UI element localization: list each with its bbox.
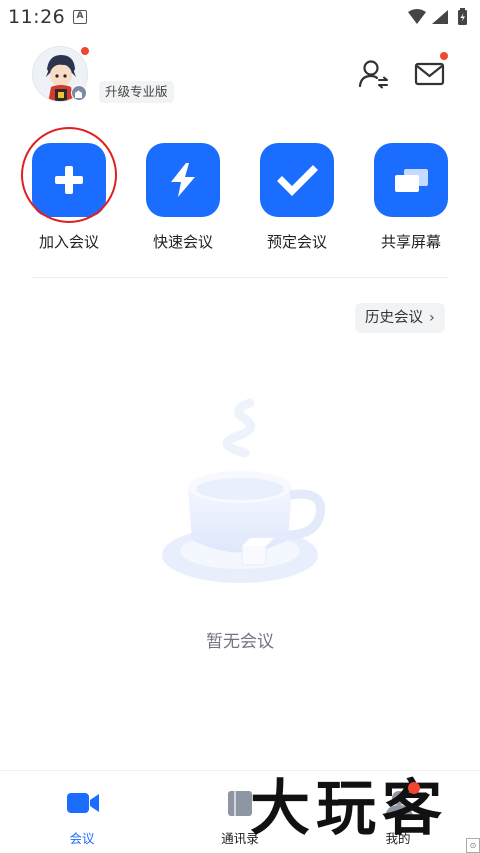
quick-meeting-button[interactable]: 快速会议 — [133, 143, 233, 252]
history-meetings-button[interactable]: 历史会议 › — [355, 303, 445, 333]
share-screen-button[interactable]: 共享屏幕 — [361, 143, 461, 252]
status-icons — [408, 8, 467, 25]
ad-corner-icon: ⊙ — [466, 838, 480, 853]
avatar-notification-dot — [80, 46, 90, 56]
mail-icon[interactable] — [414, 60, 446, 88]
lightning-icon — [171, 163, 195, 197]
empty-state-text: 暂无会议 — [206, 632, 274, 652]
mail-notification-dot — [439, 51, 449, 61]
quick-meeting-label: 快速会议 — [152, 233, 213, 251]
status-time: 11:26 — [8, 6, 66, 28]
avatar[interactable] — [32, 46, 90, 102]
checkmark-icon — [277, 165, 318, 196]
contacts-switch-icon[interactable] — [358, 58, 390, 90]
battery-icon — [458, 8, 467, 25]
coffee-cup-illustration — [162, 398, 326, 583]
schedule-meeting-tile — [260, 143, 334, 217]
divider — [32, 277, 448, 278]
schedule-meeting-button[interactable]: 预定会议 — [247, 143, 347, 252]
chevron-right-icon: › — [429, 310, 435, 326]
account-badge-icon — [71, 85, 87, 101]
accessibility-indicator-icon: A — [73, 10, 87, 24]
upgrade-pro-tag[interactable]: 升级专业版 — [99, 81, 174, 103]
watermark-text: 大玩客 — [250, 774, 448, 844]
watermark-dot — [408, 782, 420, 794]
status-bar: 11:26 A — [0, 0, 480, 34]
screen-share-icon — [395, 169, 428, 192]
quick-meeting-tile — [146, 143, 220, 217]
nav-label-meetings: 会议 — [69, 831, 95, 846]
history-meetings-label: 历史会议 — [365, 310, 423, 326]
wifi-icon — [408, 9, 426, 24]
video-camera-icon — [67, 793, 99, 813]
share-screen-tile — [374, 143, 448, 217]
schedule-meeting-label: 预定会议 — [266, 233, 327, 251]
share-screen-label: 共享屏幕 — [380, 233, 441, 251]
signal-icon — [432, 10, 448, 24]
join-meeting-label: 加入会议 — [38, 233, 99, 251]
nav-item-meetings[interactable]: 会议 — [22, 771, 142, 853]
highlight-circle — [21, 127, 117, 223]
